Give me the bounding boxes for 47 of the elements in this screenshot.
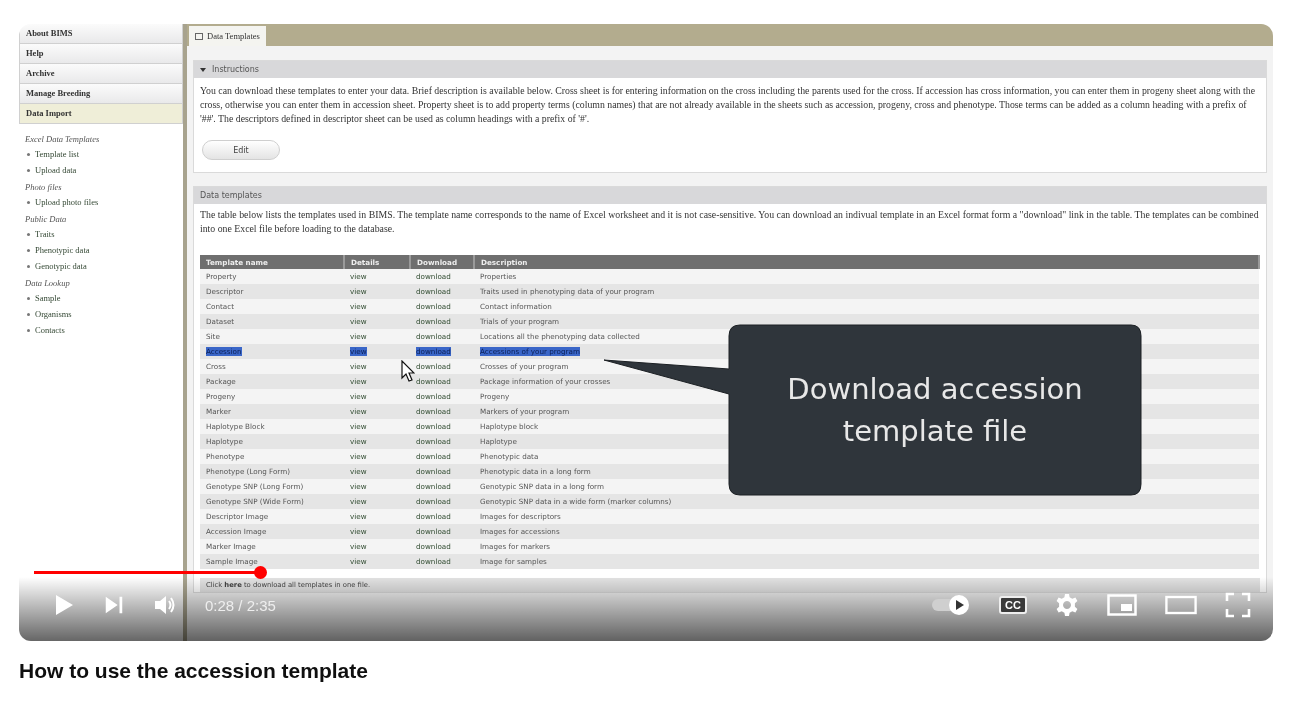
bullet-icon: [27, 200, 30, 204]
sidebar-link[interactable]: Organisms: [35, 309, 72, 319]
next-icon[interactable]: [103, 594, 125, 616]
miniplayer-icon[interactable]: [1107, 593, 1137, 617]
section-heading: Photo files: [25, 182, 63, 192]
collapse-icon[interactable]: [200, 67, 206, 72]
section-heading: Excel Data Templates: [25, 134, 101, 144]
theater-mode-icon[interactable]: [1165, 593, 1197, 617]
window-icon: [195, 32, 203, 40]
sidebar-link[interactable]: Sample: [35, 293, 61, 303]
video-title: How to use the accession template: [19, 659, 369, 683]
settings-icon[interactable]: [1055, 593, 1079, 617]
panel-title: Data templates: [200, 191, 262, 200]
captions-button[interactable]: CC: [999, 596, 1027, 614]
tab-label: Data Templates: [207, 31, 260, 41]
bullet-icon: [27, 296, 30, 300]
sidebar-link[interactable]: Traits: [35, 229, 55, 239]
section-heading: Data Lookup: [25, 278, 71, 288]
sidebar-link[interactable]: Template list: [35, 149, 80, 159]
templates-text: The table below lists the templates used in BIMS. The template name corresponds to the name of Excel worksheet and it is not case-sensitive. You can download an indivual template in an Excel format form a "download" link in the table. The templates can be combined into one Excel file before loading to the database.: [200, 208, 1260, 236]
callout-text: Download accession template file: [786, 371, 1084, 450]
sidebar-menu-item[interactable]: About BIMS: [19, 24, 183, 44]
bullet-icon: [27, 168, 30, 172]
sidebar-link[interactable]: Upload photo files: [35, 197, 99, 207]
bullet-icon: [27, 152, 30, 156]
sidebar-link[interactable]: Contacts: [35, 325, 65, 335]
time-display: 0:28 / 2:35: [205, 596, 276, 614]
sidebar-link[interactable]: Upload data: [35, 165, 77, 175]
bullet-icon: [27, 312, 30, 316]
section-heading: Public Data: [25, 214, 68, 224]
fullscreen-icon[interactable]: [1225, 592, 1251, 618]
sidebar-link[interactable]: Phenotypic data: [35, 245, 90, 255]
autoplay-toggle[interactable]: [931, 593, 972, 617]
bullet-icon: [27, 328, 30, 332]
sidebar-menu-item[interactable]: Data Import: [19, 104, 183, 124]
instructions-text: You can download these templates to enter your data. Brief description is available below. Cross sheet is for entering information on the cross including the parents used for the cross. If accession has cross information, you can enter them in progeny sheet along with the cross, otherwise you can enter them in accession sheet. Property sheet is to add property terms (column names) that are not already available in the sheets such as accession, progeny, cross and phenotype. Those terms can be added as a column heading with a prefix of '##'. The descriptors defined in descriptor sheet can be used as column headings with a prefix of '#'.: [200, 84, 1257, 126]
sidebar-link[interactable]: Genotypic data: [35, 261, 87, 271]
volume-icon[interactable]: [153, 593, 177, 617]
sidebar-menu-item[interactable]: Manage Breeding: [19, 84, 183, 104]
sidebar-menu-item[interactable]: Archive: [19, 64, 183, 84]
panel-title: Instructions: [212, 65, 259, 74]
edit-button[interactable]: Edit: [202, 140, 280, 160]
sidebar-menu-item[interactable]: Help: [19, 44, 183, 64]
tab[interactable]: Data Templates: [189, 26, 266, 46]
bullet-icon: [27, 248, 30, 252]
bullet-icon: [27, 232, 30, 236]
bullet-icon: [27, 264, 30, 268]
